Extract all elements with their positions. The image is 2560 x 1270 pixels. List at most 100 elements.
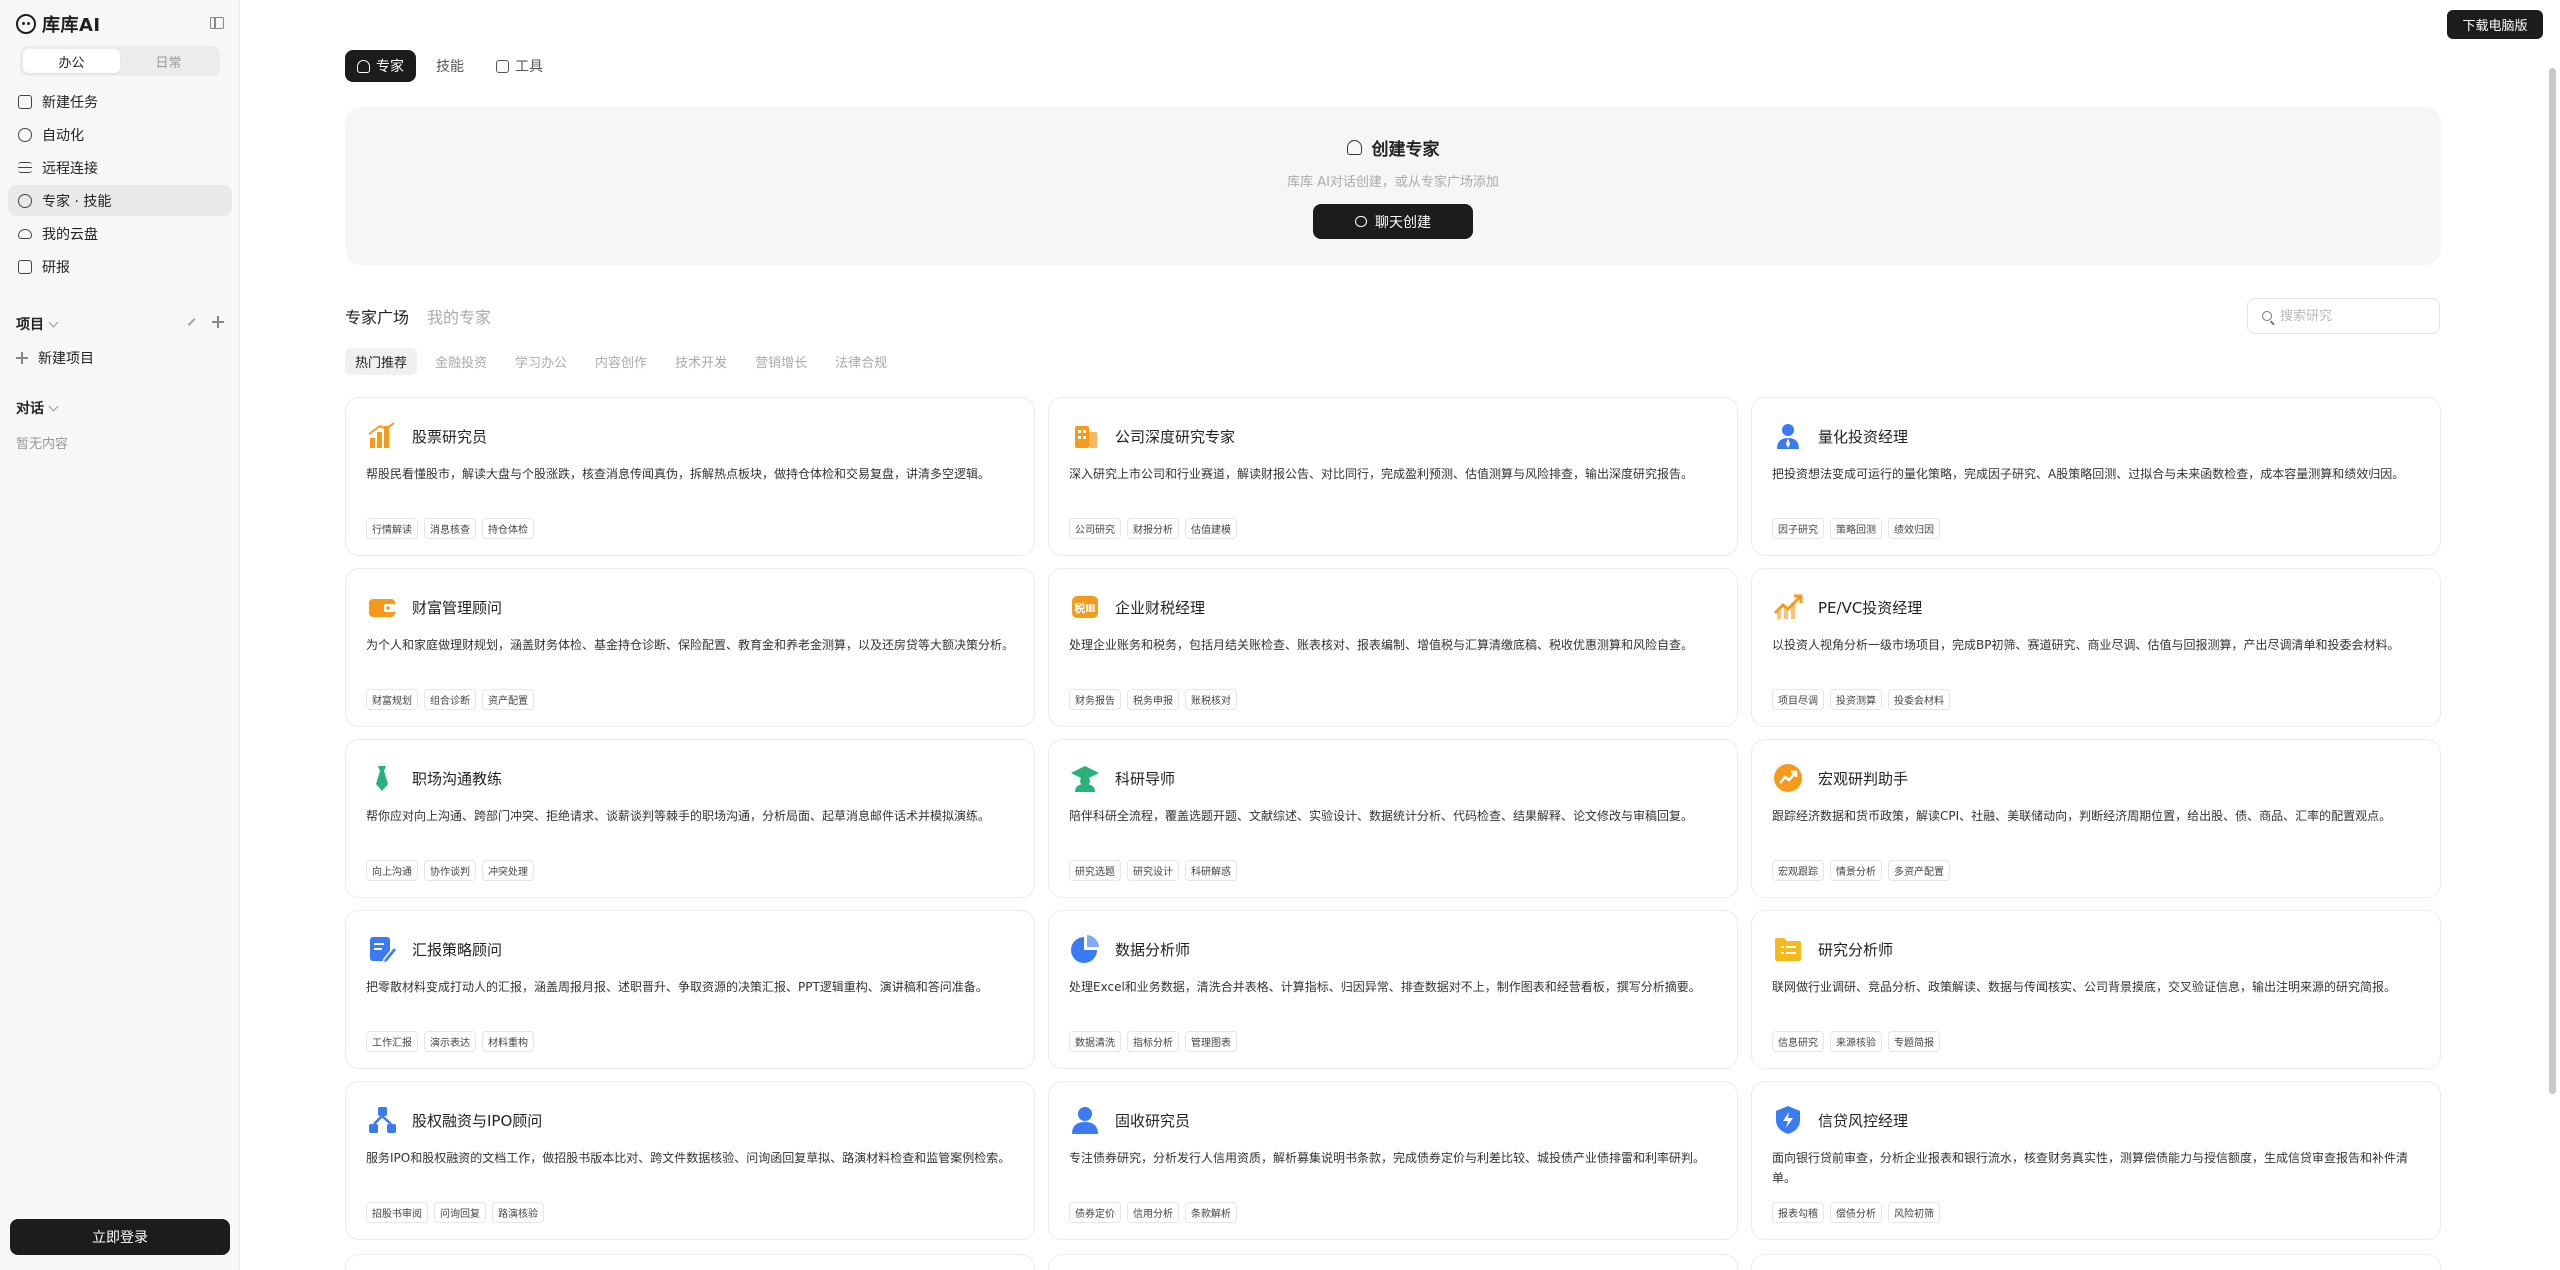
- logo[interactable]: 库库AI: [16, 13, 101, 36]
- card-description: 帮你应对向上沟通、跨部门冲突、拒绝请求、谈薪谈判等棘手的职场沟通，分析局面、起草…: [366, 809, 991, 823]
- app-name: 库库AI: [42, 15, 101, 36]
- card-header: 财富管理顾问: [366, 591, 1014, 623]
- tab-tools[interactable]: 工具: [484, 50, 555, 82]
- expert-card[interactable]: 公司深度研究专家 深入研究上市公司和行业赛道，解读财报公告、对比同行，完成盈利预…: [1048, 397, 1738, 556]
- create-expert-subtitle: 库库 AI对话创建，或从专家广场添加: [1287, 175, 1499, 190]
- card-description: 处理Excel和业务数据，清洗合并表格、计算指标、归因异常、排查数据对不上，制作…: [1069, 980, 1701, 994]
- expert-card[interactable]: 财富管理顾问 为个人和家庭做理财规划，涵盖财务体检、基金持仓诊断、保险配置、教育…: [345, 568, 1035, 727]
- card-tags: 行情解读 消息核查 持仓体检: [366, 518, 534, 539]
- search-input[interactable]: [2280, 308, 2420, 324]
- card-tags: 研究选题 研究设计 科研解惑: [1069, 860, 1237, 881]
- card-tag: 财务报告: [1069, 689, 1121, 710]
- svg-text:税Ⅲ: 税Ⅲ: [1074, 601, 1095, 615]
- create-expert-panel: 创建专家 库库 AI对话创建，或从专家广场添加 聊天创建: [345, 107, 2441, 265]
- card-description: 为个人和家庭做理财规划，涵盖财务体检、基金持仓诊断、保险配置、教育金和养老金测算…: [366, 638, 1014, 652]
- expert-card[interactable]: 量化投资经理 把投资想法变成可运行的量化策略，完成因子研究、A股策略回测、过拟合…: [1751, 397, 2441, 556]
- chat-create-label: 聊天创建: [1375, 214, 1431, 231]
- scholar-icon: [1069, 762, 1101, 794]
- list-icon: [18, 162, 32, 173]
- empty-dialog-text: 暂无内容: [16, 437, 69, 452]
- category-tab[interactable]: 金融投资: [425, 348, 497, 375]
- mode-tab-office[interactable]: 办公: [23, 49, 120, 73]
- card-tag: 研究设计: [1127, 860, 1179, 881]
- card-title: 汇报策略顾问: [412, 940, 503, 959]
- bar-chart-icon: [366, 420, 398, 452]
- card-tag: 消息核查: [424, 518, 476, 539]
- card-title: 信贷风控经理: [1818, 1111, 1909, 1130]
- wallet-icon: [366, 591, 398, 623]
- card-description: 把零散材料变成打动人的汇报，涵盖周报月报、述职晋升、争取资源的决策汇报、PPT逻…: [366, 980, 988, 994]
- expert-card[interactable]: PE/VC投资经理 以投资人视角分析一级市场项目，完成BP初筛、赛道研究、商业尽…: [1751, 568, 2441, 727]
- card-tag: 问询回复: [434, 1202, 486, 1223]
- card-description: 处理企业账务和税务，包括月结关账检查、账表核对、报表编制、增值税与汇算清缴底稿、…: [1069, 638, 1694, 652]
- sidebar-item-label: 远程连接: [42, 160, 98, 177]
- expert-card[interactable]: 汇报策略顾问 把零散材料变成打动人的汇报，涵盖周报月报、述职晋升、争取资源的决策…: [345, 910, 1035, 1069]
- expert-card[interactable]: 信贷风控经理 面向银行贷前审查，分析企业报表和银行流水，核查财务真实性，测算偿债…: [1751, 1081, 2441, 1240]
- category-tab[interactable]: 学习办公: [505, 348, 577, 375]
- mode-tab-daily[interactable]: 日常: [120, 49, 217, 73]
- expert-card[interactable]: 数据分析师 处理Excel和业务数据，清洗合并表格、计算指标、归因异常、排查数据…: [1048, 910, 1738, 1069]
- trend-up-icon: [1772, 591, 1804, 623]
- main-content: 专家 技能 工具 创建专家 库库 AI对话创建，或从专家广场添加 聊天创建 专家…: [345, 0, 2441, 1270]
- category-tab[interactable]: 法律合规: [825, 348, 897, 375]
- login-button[interactable]: 立即登录: [10, 1219, 230, 1255]
- sidebar: 库库AI 办公 日常 新建任务 自动化 远程连接 专家 · 技能 我的云盘 研报…: [0, 0, 240, 1270]
- tab-my-experts[interactable]: 我的专家: [427, 304, 491, 328]
- app-window: 库库AI 办公 日常 新建任务 自动化 远程连接 专家 · 技能 我的云盘 研报…: [0, 0, 2560, 1270]
- card-title: 职场沟通教练: [412, 769, 503, 788]
- sidebar-item-experts[interactable]: 专家 · 技能: [8, 185, 232, 216]
- chevron-down-icon: [48, 317, 59, 327]
- card-title: 公司深度研究专家: [1115, 427, 1236, 446]
- tie-icon: [366, 762, 398, 794]
- card-tag: 策略回测: [1830, 518, 1882, 539]
- chevron-down-icon: [48, 401, 59, 411]
- projects-header[interactable]: 项目: [16, 314, 59, 334]
- sidebar-item-automation[interactable]: 自动化: [8, 119, 232, 150]
- card-tag: 财富规划: [366, 689, 418, 710]
- card-partial[interactable]: [1751, 1254, 2441, 1270]
- scrollbar[interactable]: [2549, 68, 2556, 1094]
- category-tab[interactable]: 营销增长: [745, 348, 817, 375]
- expert-card[interactable]: 税Ⅲ 企业财税经理 处理企业账务和税务，包括月结关账检查、账表核对、报表编制、增…: [1048, 568, 1738, 727]
- expert-card[interactable]: 股票研究员 帮股民看懂股市，解读大盘与个股涨跌，核查消息传闻真伪，拆解热点板块，…: [345, 397, 1035, 556]
- building-icon: [1069, 420, 1101, 452]
- sidebar-item-report[interactable]: 研报: [8, 251, 232, 282]
- category-tab[interactable]: 技术开发: [665, 348, 737, 375]
- expert-card[interactable]: 股权融资与IPO顾问 服务IPO和股权融资的文档工作，做招股书版本比对、跨文件数…: [345, 1081, 1035, 1240]
- card-tag: 宏观跟踪: [1772, 860, 1824, 881]
- sidebar-item-cloud[interactable]: 我的云盘: [8, 218, 232, 249]
- card-tag: 绩效归因: [1888, 518, 1940, 539]
- expert-card[interactable]: 职场沟通教练 帮你应对向上沟通、跨部门冲突、拒绝请求、谈薪谈判等棘手的职场沟通，…: [345, 739, 1035, 898]
- expert-card[interactable]: 科研导师 陪伴科研全流程，覆盖选题开题、文献综述、实验设计、数据统计分析、代码检…: [1048, 739, 1738, 898]
- tab-skills[interactable]: 技能: [345, 50, 476, 460]
- card-partial[interactable]: [1048, 1254, 1738, 1270]
- expert-icon: [18, 193, 32, 208]
- expert-card[interactable]: 固收研究员 专注债券研究，分析发行人信用资质，解析募集说明书条款，完成债券定价与…: [1048, 1081, 1738, 1240]
- sidebar-item-new-task[interactable]: 新建任务: [8, 86, 232, 117]
- card-partial[interactable]: [345, 1254, 1035, 1270]
- expert-card[interactable]: 宏观研判助手 跟踪经济数据和货币政策，解读CPI、社融、美联储动向，判断经济周期…: [1751, 739, 2441, 898]
- chat-create-button[interactable]: 聊天创建: [1313, 204, 1473, 239]
- sidebar-collapse-icon[interactable]: [210, 17, 224, 29]
- dialog-label: 对话: [16, 401, 44, 417]
- card-tag: 信用分析: [1127, 1202, 1179, 1223]
- tab-experts[interactable]: 专家: [345, 50, 416, 82]
- person-icon: [357, 59, 370, 73]
- category-tab[interactable]: 热门推荐: [345, 348, 418, 375]
- logo-icon: [16, 14, 36, 34]
- expert-card[interactable]: 研究分析师 联网做行业调研、竞品分析、政策解读、数据与传闻核实、公司背景摸底，交…: [1751, 910, 2441, 1069]
- expand-icon[interactable]: [186, 316, 198, 328]
- card-tag: 因子研究: [1772, 518, 1824, 539]
- download-desktop-button[interactable]: 下载电脑版: [2447, 10, 2543, 39]
- card-tag: 招股书审阅: [366, 1202, 428, 1223]
- sidebar-item-remote[interactable]: 远程连接: [8, 152, 232, 183]
- card-tag: 工作汇报: [366, 1031, 418, 1052]
- tab-expert-plaza[interactable]: 专家广场: [345, 304, 409, 328]
- card-tags: 财富规划 组合诊断 资产配置: [366, 689, 534, 710]
- dialog-header[interactable]: 对话: [16, 398, 59, 418]
- card-tag: 投资测算: [1830, 689, 1882, 710]
- sidebar-item-label: 自动化: [42, 127, 84, 144]
- category-tab[interactable]: 内容创作: [585, 348, 657, 375]
- add-project-icon[interactable]: [212, 316, 224, 328]
- new-project-button[interactable]: 新建项目: [16, 348, 94, 368]
